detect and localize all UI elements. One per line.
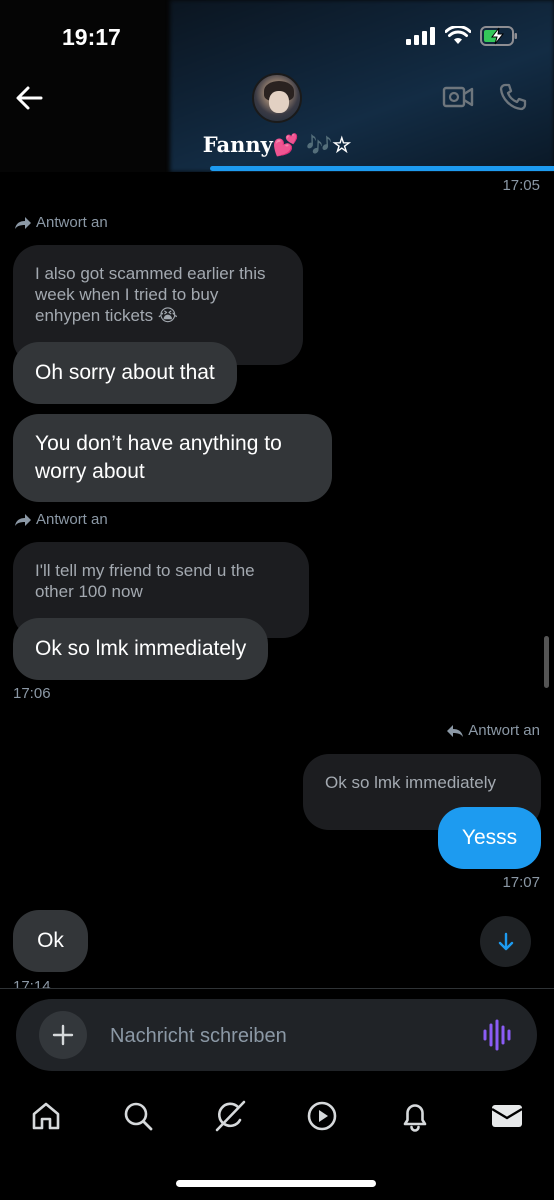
reply-label: Antwort an — [14, 214, 108, 231]
message-composer — [16, 999, 537, 1071]
reply-label: Antwort an — [14, 511, 108, 528]
nav-home[interactable] — [28, 1098, 64, 1134]
status-time: 19:17 — [62, 24, 121, 50]
plus-icon — [52, 1024, 74, 1046]
notifications-icon — [403, 1104, 427, 1132]
divider — [0, 988, 554, 989]
nav-video[interactable] — [304, 1098, 340, 1134]
contact-avatar[interactable] — [252, 73, 302, 123]
search-icon — [124, 1102, 153, 1131]
message-timestamp: 17:06 — [13, 685, 51, 702]
voice-waveform-icon — [483, 1019, 511, 1051]
phone-call-button[interactable] — [498, 82, 528, 112]
message-bubble-incoming[interactable]: You don’t have anything to worry about — [13, 414, 332, 502]
battery-charging-icon — [480, 26, 517, 46]
nav-search[interactable] — [120, 1098, 156, 1134]
contact-name[interactable]: Fanny💕 🎶☆ — [0, 132, 554, 158]
message-bubble-incoming[interactable]: Oh sorry about that — [13, 342, 237, 404]
message-input[interactable] — [110, 1023, 450, 1049]
voice-message-button[interactable] — [482, 1019, 512, 1051]
reply-label: Antwort an — [446, 722, 540, 739]
scrollbar[interactable] — [544, 636, 549, 688]
message-list[interactable]: 17:05 Antwort an I also got scammed earl… — [0, 172, 554, 988]
video-icon — [307, 1101, 337, 1131]
back-button[interactable] — [14, 84, 46, 112]
nav-notifications[interactable] — [397, 1098, 433, 1134]
nav-messages[interactable] — [489, 1098, 525, 1134]
message-timestamp: 17:05 — [502, 177, 540, 194]
video-call-button[interactable] — [442, 84, 474, 110]
grok-icon — [215, 1100, 246, 1132]
message-bubble-incoming[interactable]: Ok — [13, 910, 88, 972]
messages-icon — [491, 1105, 523, 1127]
nav-grok[interactable] — [212, 1098, 248, 1134]
arrow-down-icon — [498, 932, 513, 950]
video-call-icon — [442, 86, 474, 108]
reply-forward-icon — [15, 216, 31, 229]
reply-forward-icon — [15, 513, 31, 526]
message-timestamp: 17:07 — [502, 874, 540, 891]
chat-header: 19:17 Fanny💕 🎶☆ — [0, 0, 554, 172]
previous-message-edge — [210, 166, 554, 171]
back-arrow-icon — [16, 86, 43, 110]
status-icons — [406, 26, 518, 46]
message-timestamp: 17:14 — [13, 978, 51, 988]
cellular-signal-icon — [406, 27, 435, 45]
wifi-icon — [445, 26, 471, 44]
message-bubble-incoming[interactable]: Ok so lmk immediately — [13, 618, 269, 680]
add-attachment-button[interactable] — [39, 1011, 87, 1059]
reply-icon — [447, 724, 464, 737]
message-bubble-outgoing[interactable]: Yesss — [438, 807, 541, 869]
home-icon — [32, 1102, 60, 1130]
home-indicator — [176, 1180, 376, 1187]
phone-icon — [499, 83, 527, 111]
scroll-to-bottom-button[interactable] — [480, 916, 531, 967]
